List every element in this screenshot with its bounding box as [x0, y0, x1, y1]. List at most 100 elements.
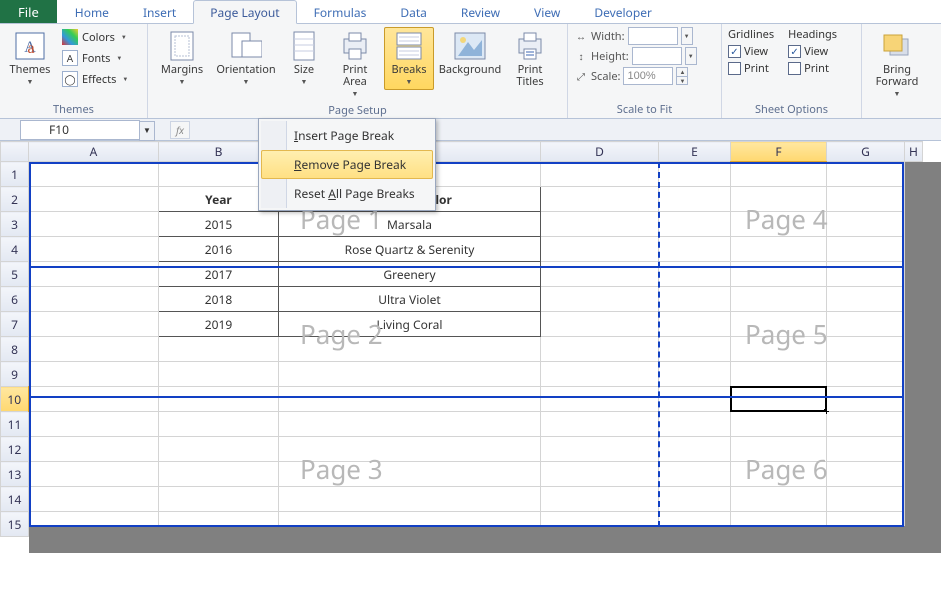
row-header[interactable]: 2 — [1, 187, 29, 212]
scale-row: ⤢ Scale: ▲▼ — [574, 67, 688, 85]
print-area-label: Print Area — [343, 64, 368, 88]
row-header[interactable]: 5 — [1, 262, 29, 287]
row-header[interactable]: 4 — [1, 237, 29, 262]
bring-forward-icon — [881, 30, 913, 62]
size-button[interactable]: Size ▼ — [282, 27, 326, 90]
tab-developer[interactable]: Developer — [577, 0, 669, 23]
size-icon — [288, 30, 320, 62]
gridlines-view[interactable]: ✓ View — [728, 44, 774, 59]
tab-file[interactable]: File — [0, 0, 58, 23]
menu-remove-page-break[interactable]: Remove Page Break — [261, 150, 433, 179]
menu-insert-page-break[interactable]: Insert Page Break — [261, 121, 433, 150]
name-box-value: F10 — [49, 121, 69, 138]
width-input[interactable] — [628, 27, 678, 45]
checkbox-icon — [788, 62, 801, 75]
menu-item-label: Reset All Page Breaks — [294, 185, 415, 202]
chevron-down-icon: ▼ — [352, 90, 359, 99]
scale-input[interactable] — [623, 67, 673, 85]
themes-icon: Aa — [14, 30, 46, 62]
row-header[interactable]: 11 — [1, 412, 29, 437]
height-row: ↕ Height: ▼ — [574, 47, 697, 65]
background-icon — [454, 30, 486, 62]
background-button[interactable]: Background — [438, 27, 502, 79]
row-header[interactable]: 12 — [1, 437, 29, 462]
chevron-down-icon[interactable]: ▼ — [681, 27, 693, 45]
height-label: Height: — [591, 49, 629, 64]
breaks-label: Breaks — [392, 64, 427, 76]
chevron-down-icon: ▼ — [27, 78, 34, 87]
scale-spinner[interactable]: ▲▼ — [676, 67, 688, 85]
row-header[interactable]: 3 — [1, 212, 29, 237]
menu-reset-all-page-breaks[interactable]: Reset All Page Breaks — [261, 179, 433, 208]
row-header[interactable]: 1 — [1, 162, 29, 187]
name-box[interactable]: F10 ▼ — [20, 120, 140, 140]
table-cell[interactable]: 2015 — [159, 212, 279, 237]
table-cell[interactable]: 2016 — [159, 237, 279, 262]
tab-home[interactable]: Home — [58, 0, 126, 23]
table-cell[interactable]: Marsala — [279, 212, 541, 237]
print-titles-button[interactable]: Print Titles — [506, 27, 554, 91]
col-header-F[interactable]: F — [731, 142, 827, 162]
table-cell[interactable]: Greenery — [279, 262, 541, 287]
grid[interactable]: A B C D E F G H 1 2 Year Pantone Color 3… — [0, 141, 923, 537]
background-label: Background — [439, 64, 502, 76]
print-area-button[interactable]: Print Area ▼ — [330, 27, 380, 102]
bring-forward-label: Bring Forward — [876, 64, 919, 88]
row-header[interactable]: 10 — [1, 387, 29, 412]
scale-icon: ⤢ — [574, 69, 588, 83]
selected-cell[interactable] — [731, 387, 827, 412]
row-header[interactable]: 15 — [1, 512, 29, 537]
col-header-A[interactable]: A — [29, 142, 159, 162]
colors-button[interactable]: Colors ▼ — [58, 27, 132, 47]
fonts-label: Fonts — [82, 51, 110, 66]
tab-data[interactable]: Data — [383, 0, 444, 23]
tab-formulas[interactable]: Formulas — [297, 0, 384, 23]
chevron-down-icon[interactable]: ▼ — [685, 47, 697, 65]
table-cell[interactable]: 2017 — [159, 262, 279, 287]
headings-view[interactable]: ✓ View — [788, 44, 837, 59]
tab-insert[interactable]: Insert — [126, 0, 193, 23]
col-header-D[interactable]: D — [541, 142, 659, 162]
col-header-H[interactable]: H — [905, 142, 923, 162]
group-scale-to-fit: ↔ Width: ▼ ↕ Height: ▼ ⤢ Scale: ▲▼ Scale… — [568, 24, 722, 118]
themes-button[interactable]: Aa Themes ▼ — [6, 27, 54, 90]
scale-label: Scale: — [591, 69, 620, 84]
fx-insert-function[interactable]: fx — [170, 121, 190, 139]
col-header-E[interactable]: E — [659, 142, 731, 162]
colors-icon — [62, 29, 78, 45]
worksheet[interactable]: A B C D E F G H 1 2 Year Pantone Color 3… — [0, 141, 941, 597]
width-label: Width: — [591, 29, 625, 44]
table-cell[interactable]: 2019 — [159, 312, 279, 337]
orientation-button[interactable]: Orientation ▼ — [214, 27, 278, 90]
table-cell[interactable]: Rose Quartz & Serenity — [279, 237, 541, 262]
row-header[interactable]: 13 — [1, 462, 29, 487]
select-all-triangle[interactable] — [1, 142, 29, 162]
breaks-button[interactable]: Breaks ▼ — [384, 27, 434, 90]
tab-view[interactable]: View — [517, 0, 577, 23]
tab-page-layout[interactable]: Page Layout — [193, 0, 296, 24]
col-header-G[interactable]: G — [827, 142, 905, 162]
headings-print[interactable]: Print — [788, 61, 837, 76]
tab-review[interactable]: Review — [444, 0, 517, 23]
chevron-down-icon[interactable]: ▼ — [139, 121, 155, 141]
breaks-icon — [393, 30, 425, 62]
table-cell[interactable]: Living Coral — [279, 312, 541, 337]
row-header[interactable]: 8 — [1, 337, 29, 362]
fonts-button[interactable]: A Fonts ▼ — [58, 48, 132, 68]
gridlines-print[interactable]: Print — [728, 61, 774, 76]
row-header[interactable]: 6 — [1, 287, 29, 312]
table-cell[interactable]: Ultra Violet — [279, 287, 541, 312]
bring-forward-button[interactable]: Bring Forward ▼ — [868, 27, 926, 102]
margins-button[interactable]: Margins ▼ — [154, 27, 210, 90]
effects-button[interactable]: ◯ Effects ▼ — [58, 69, 132, 89]
formula-bar: F10 ▼ fx — [0, 119, 941, 141]
row-header[interactable]: 14 — [1, 487, 29, 512]
table-cell[interactable]: 2018 — [159, 287, 279, 312]
height-input[interactable] — [632, 47, 682, 65]
row-header[interactable]: 9 — [1, 362, 29, 387]
group-title-page-setup: Page Setup — [154, 102, 561, 118]
group-sheet-options: Gridlines ✓ View Print Headings ✓ View — [722, 24, 862, 118]
group-arrange: Bring Forward ▼ — [862, 24, 932, 118]
print-titles-icon — [514, 30, 546, 62]
row-header[interactable]: 7 — [1, 312, 29, 337]
